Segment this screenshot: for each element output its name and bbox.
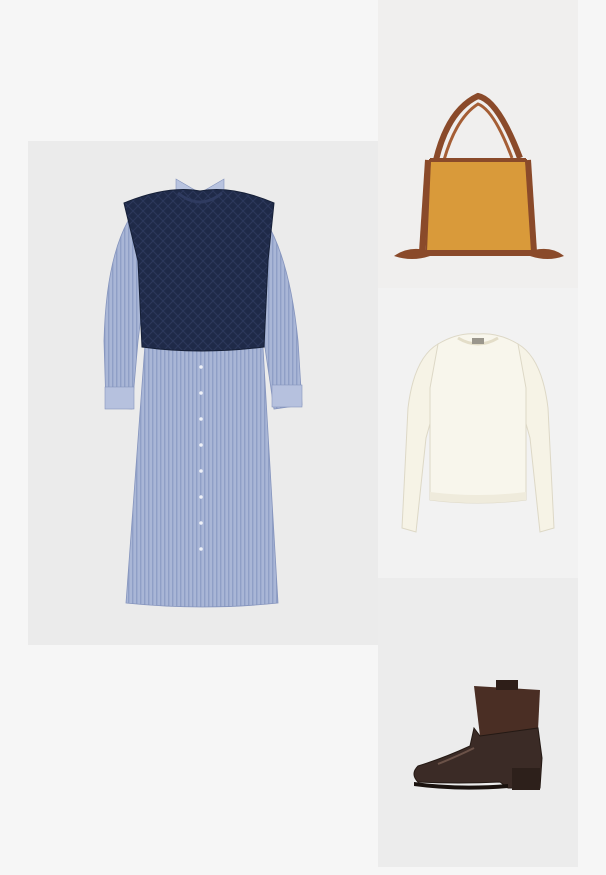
product-panel-dress[interactable] [28, 141, 378, 645]
shirt-dress-image [103, 178, 303, 608]
product-panel-sweater[interactable] [378, 288, 578, 578]
tote-bag-image [394, 92, 564, 259]
cream-sweater-image [401, 333, 555, 533]
product-panel-bag[interactable] [378, 0, 578, 288]
product-panel-boot[interactable] [378, 578, 578, 867]
ankle-boot-image [413, 680, 543, 790]
